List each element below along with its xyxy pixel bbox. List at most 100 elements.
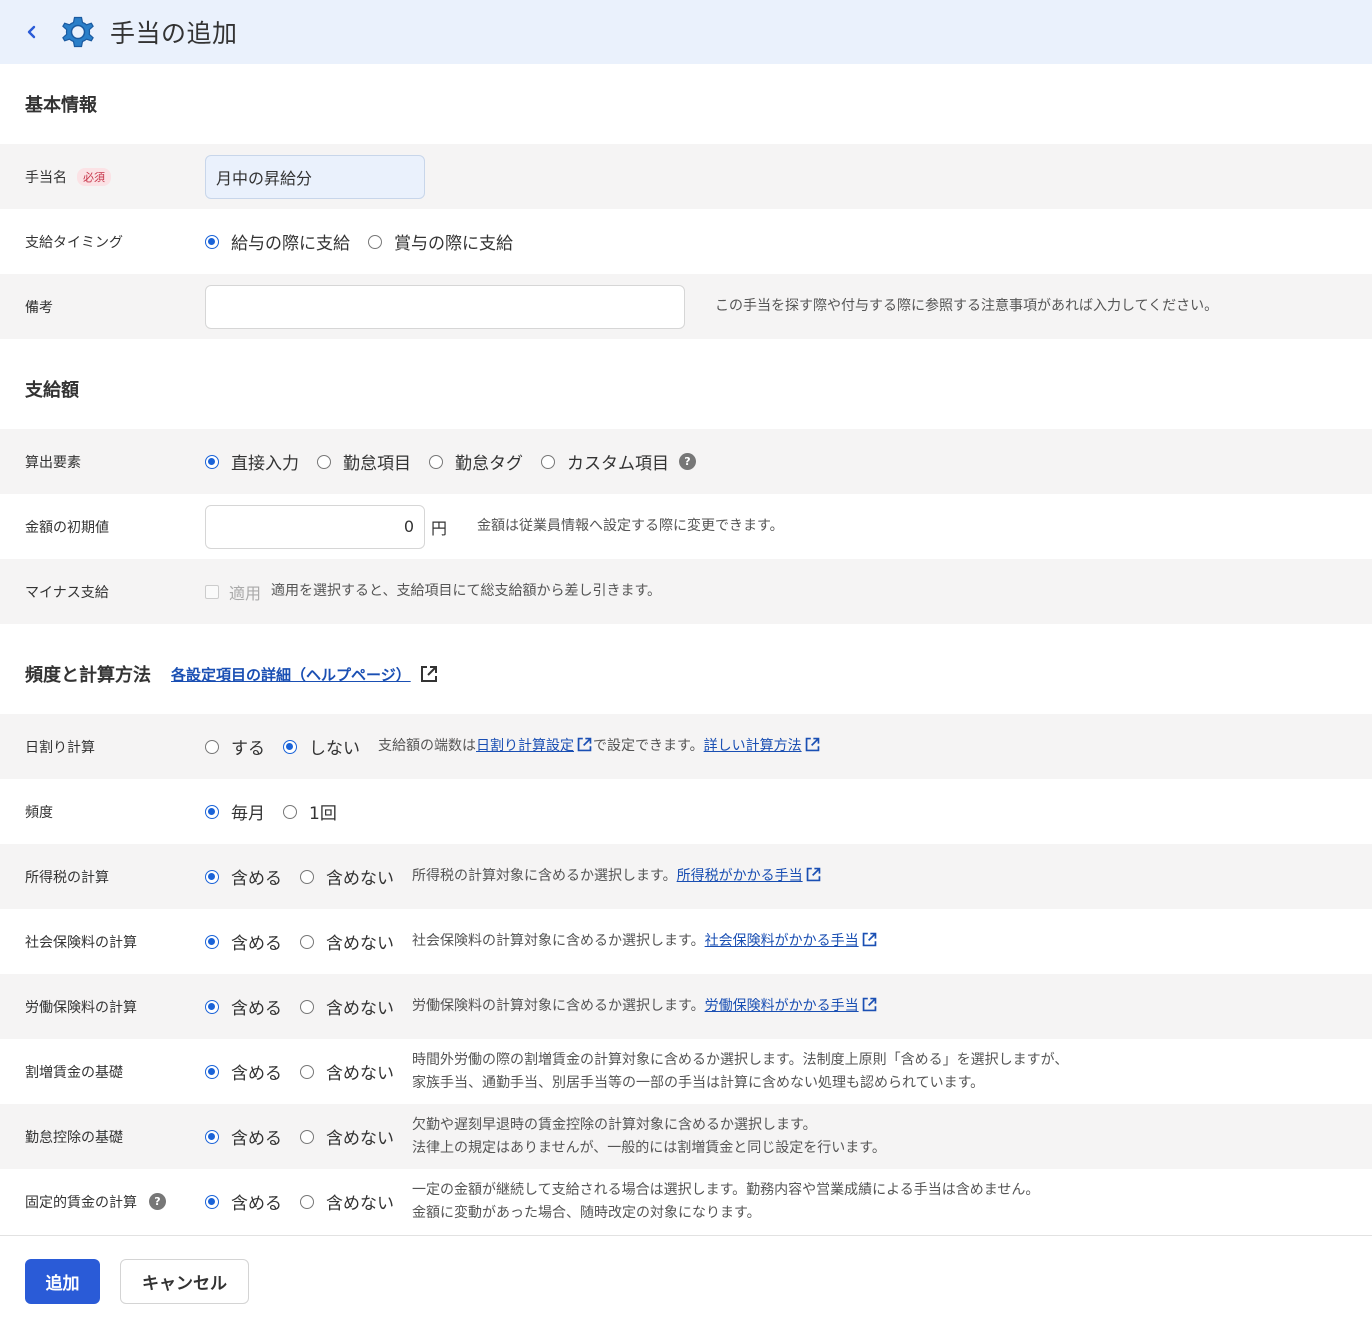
radio-social-include[interactable]: 含める bbox=[205, 929, 282, 954]
checkbox-label: 適用 bbox=[229, 583, 262, 603]
radio-dot bbox=[205, 1064, 219, 1079]
radio-direct-input[interactable]: 直接入力 bbox=[205, 449, 299, 474]
fixed-hint: 一定の金額が継続して支給される場合は選択します。勤務内容や営業成績による手当は含… bbox=[412, 1179, 1039, 1225]
help-icon[interactable]: ? bbox=[679, 453, 696, 470]
radio-dot bbox=[368, 234, 382, 249]
radio-dot bbox=[300, 1129, 314, 1144]
radio-label: 含めない bbox=[326, 869, 394, 889]
unit-label: 円 bbox=[431, 518, 448, 538]
radio-once[interactable]: 1回 bbox=[283, 799, 337, 824]
row-income-tax: 所得税の計算 含める 含めない 所得税の計算対象に含めるか選択します。所得税がか… bbox=[0, 844, 1372, 909]
row-overtime-base: 割増賃金の基礎 含める 含めない 時間外労働の際の割増賃金の計算対象に含めるか選… bbox=[0, 1039, 1372, 1104]
external-link-icon[interactable] bbox=[419, 664, 439, 684]
radio-dot bbox=[300, 1064, 314, 1079]
radio-label: 含める bbox=[231, 999, 282, 1019]
allowance-name-input[interactable]: 月中の昇給分 bbox=[205, 154, 425, 199]
radio-daily-no[interactable]: しない bbox=[283, 734, 360, 759]
heading-text: 頻度と計算方法 bbox=[25, 665, 151, 686]
radio-dot bbox=[205, 869, 219, 884]
label-text: 固定的賃金の計算 bbox=[25, 1194, 137, 1211]
external-link-icon[interactable] bbox=[805, 866, 822, 883]
radio-fixed-include[interactable]: 含める bbox=[205, 1189, 282, 1214]
radio-label: カスタム項目 bbox=[567, 454, 669, 474]
radio-custom-item[interactable]: カスタム項目 bbox=[541, 449, 669, 474]
external-link-icon[interactable] bbox=[804, 736, 821, 753]
radio-label: 賞与の際に支給 bbox=[394, 234, 513, 254]
radio-attendance-item[interactable]: 勤怠項目 bbox=[317, 449, 411, 474]
radio-bonus[interactable]: 賞与の際に支給 bbox=[368, 229, 513, 254]
cancel-button[interactable]: キャンセル bbox=[120, 1259, 249, 1304]
radio-overtime-include[interactable]: 含める bbox=[205, 1059, 282, 1084]
page-header: 手当の追加 bbox=[0, 0, 1372, 64]
initial-amount-input[interactable]: 0 bbox=[205, 504, 425, 549]
note-input[interactable] bbox=[205, 284, 685, 329]
radio-dot bbox=[429, 454, 443, 469]
back-icon[interactable] bbox=[22, 22, 42, 42]
overtime-hint: 時間外労働の際の割増賃金の計算対象に含めるか選択します。法制度上原則「含める」を… bbox=[412, 1049, 1068, 1095]
radio-dot bbox=[205, 804, 219, 819]
radio-social-exclude[interactable]: 含めない bbox=[300, 929, 394, 954]
radio-dot bbox=[205, 739, 219, 754]
radio-label: 勤怠タグ bbox=[455, 454, 523, 474]
field-label: 社会保険料の計算 bbox=[25, 934, 137, 951]
row-daily-calc: 日割り計算 する しない 支給額の端数は日割り計算設定 で設定できます。詳しい計算… bbox=[0, 714, 1372, 779]
radio-deduction-exclude[interactable]: 含めない bbox=[300, 1124, 394, 1149]
radio-label: 勤怠項目 bbox=[343, 454, 411, 474]
social-link[interactable]: 社会保険料がかかる手当 bbox=[705, 933, 859, 949]
radio-label: 含めない bbox=[326, 1129, 394, 1149]
minus-apply-checkbox[interactable] bbox=[205, 584, 219, 599]
radio-dot bbox=[317, 454, 331, 469]
row-social-insurance: 社会保険料の計算 含める 含めない 社会保険料の計算対象に含めるか選択します。社… bbox=[0, 909, 1372, 974]
radio-labor-exclude[interactable]: 含めない bbox=[300, 994, 394, 1019]
field-label: 手当名 必須 bbox=[25, 167, 205, 187]
radio-monthly[interactable]: 毎月 bbox=[205, 799, 265, 824]
radio-label: 含める bbox=[231, 869, 282, 889]
radio-income-tax-include[interactable]: 含める bbox=[205, 864, 282, 889]
external-link-icon[interactable] bbox=[861, 996, 878, 1013]
row-minus-payment: マイナス支給 適用 適用を選択すると、支給項目にて総支給額から差し引きます。 bbox=[0, 559, 1372, 624]
row-labor-insurance: 労働保険料の計算 含める 含めない 労働保険料の計算対象に含めるか選択します。労… bbox=[0, 974, 1372, 1039]
radio-label: 含める bbox=[231, 1129, 282, 1149]
radio-label: 含める bbox=[231, 1194, 282, 1214]
radio-label: 毎月 bbox=[231, 804, 265, 824]
field-label: 固定的賃金の計算 ? bbox=[25, 1192, 205, 1212]
radio-label: 給与の際に支給 bbox=[231, 234, 350, 254]
radio-salary[interactable]: 給与の際に支給 bbox=[205, 229, 350, 254]
hint-line: 家族手当、通勤手当、別居手当等の一部の手当は計算に含めない処理も認められています… bbox=[412, 1074, 985, 1091]
external-link-icon[interactable] bbox=[861, 931, 878, 948]
calc-method-link[interactable]: 詳しい計算方法 bbox=[704, 738, 802, 754]
radio-label: 含めない bbox=[326, 999, 394, 1019]
row-allowance-name: 手当名 必須 月中の昇給分 bbox=[0, 144, 1372, 209]
row-payment-timing: 支給タイミング 給与の際に支給 賞与の際に支給 bbox=[0, 209, 1372, 274]
section-heading-amount: 支給額 bbox=[25, 380, 79, 401]
field-label: 算出要素 bbox=[25, 454, 81, 471]
radio-attendance-tag[interactable]: 勤怠タグ bbox=[429, 449, 523, 474]
label-text: 手当名 bbox=[25, 169, 67, 186]
form-footer: 追加 キャンセル bbox=[0, 1235, 1372, 1325]
radio-dot bbox=[205, 1129, 219, 1144]
radio-labor-include[interactable]: 含める bbox=[205, 994, 282, 1019]
labor-hint: 労働保険料の計算対象に含めるか選択します。労働保険料がかかる手当 bbox=[412, 995, 878, 1018]
gear-icon bbox=[62, 16, 94, 48]
radio-deduction-include[interactable]: 含める bbox=[205, 1124, 282, 1149]
help-page-link[interactable]: 各設定項目の詳細（ヘルプページ） bbox=[171, 664, 411, 685]
section-heading-basic: 基本情報 bbox=[25, 95, 97, 116]
radio-label: 含めない bbox=[326, 1194, 394, 1214]
radio-dot bbox=[300, 999, 314, 1014]
note-hint: この手当を探す際や付与する際に参照する注意事項があれば入力してください。 bbox=[715, 298, 1219, 314]
income-tax-link[interactable]: 所得税がかかる手当 bbox=[677, 868, 803, 884]
radio-label: する bbox=[231, 739, 265, 759]
initial-amount-hint: 金額は従業員情報へ設定する際に変更できます。 bbox=[477, 518, 784, 534]
radio-overtime-exclude[interactable]: 含めない bbox=[300, 1059, 394, 1084]
add-button[interactable]: 追加 bbox=[25, 1259, 100, 1304]
field-label: 支給タイミング bbox=[25, 234, 123, 251]
help-icon[interactable]: ? bbox=[149, 1193, 166, 1210]
daily-setting-link[interactable]: 日割り計算設定 bbox=[476, 738, 574, 754]
radio-label: 直接入力 bbox=[231, 454, 299, 474]
field-label: マイナス支給 bbox=[25, 584, 109, 601]
labor-link[interactable]: 労働保険料がかかる手当 bbox=[705, 998, 859, 1014]
radio-income-tax-exclude[interactable]: 含めない bbox=[300, 864, 394, 889]
radio-daily-yes[interactable]: する bbox=[205, 734, 265, 759]
radio-fixed-exclude[interactable]: 含めない bbox=[300, 1189, 394, 1214]
external-link-icon[interactable] bbox=[576, 736, 593, 753]
